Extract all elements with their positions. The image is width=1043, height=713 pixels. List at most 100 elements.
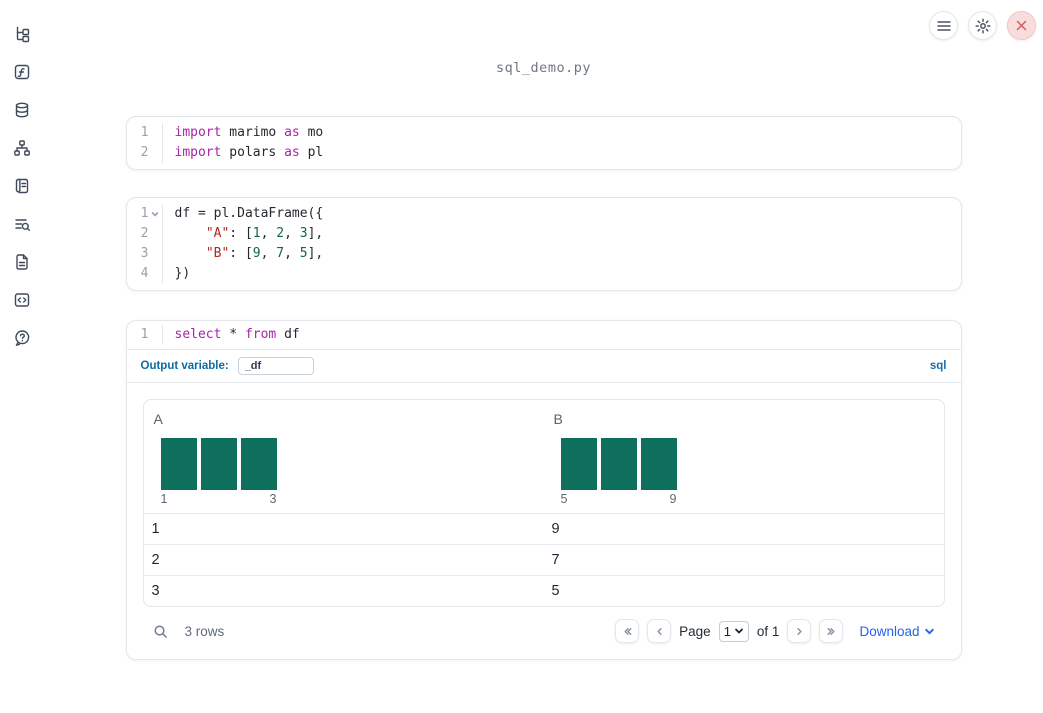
page-select[interactable]: 1 (718, 620, 749, 642)
code-token: "B" (205, 246, 230, 261)
table-row: 1 9 (143, 513, 944, 544)
code-text: df = pl.DataFrame({ (161, 204, 323, 224)
code-token: 1 (252, 226, 261, 241)
line-number: 2 (140, 226, 149, 241)
sidebar-item-logs[interactable] (12, 176, 32, 196)
sidebar-item-help[interactable] (12, 328, 32, 348)
histogram-min-label: 5 (560, 492, 568, 506)
sql-cell: 1 select * from df Output variable: sql (125, 320, 962, 660)
line-number: 2 (140, 145, 149, 160)
database-icon (15, 102, 29, 118)
output-variable-label: Output variable: (140, 360, 229, 372)
code-token: import (174, 145, 222, 160)
code-editor[interactable]: 1 df = pl.DataFrame({ 2 "A": [1, 2, 3], … (127, 198, 961, 290)
code-token: : [ (229, 226, 253, 241)
sidebar-item-documentation[interactable] (12, 252, 32, 272)
sidebar-item-datasources[interactable] (12, 100, 32, 120)
next-page-button[interactable] (787, 619, 812, 643)
code-token: }) (174, 266, 191, 281)
shutdown-button[interactable] (1007, 11, 1036, 40)
histogram-bar (200, 438, 237, 490)
sidebar-item-scratchpad-search[interactable] (12, 214, 32, 234)
sidebar-item-file-explorer[interactable] (12, 24, 32, 44)
output-variable-row: Output variable: sql (126, 349, 961, 382)
code-line: 1 df = pl.DataFrame({ (127, 204, 961, 224)
sidebar-item-functions[interactable] (12, 62, 32, 82)
table-cell-a: 1 (151, 521, 160, 537)
document-icon (16, 254, 28, 270)
code-editor[interactable]: 1 import marimo as mo 2 import polars as… (127, 117, 961, 169)
column-header-b[interactable]: B 5 9 (544, 400, 944, 513)
notebook-menu-button[interactable] (929, 11, 958, 40)
gear-icon (974, 17, 991, 34)
code-text: import marimo as mo (161, 123, 323, 143)
sidebar-item-snippets[interactable] (12, 290, 32, 310)
code-text: "B": [9, 7, 5], (161, 244, 324, 264)
row-count-label: 3 rows (184, 623, 225, 639)
page-of-label: of 1 (756, 623, 780, 639)
column-histogram (560, 438, 934, 490)
chevron-left-icon (657, 627, 662, 635)
code-token: 5 (299, 246, 308, 261)
histogram-max-label: 9 (669, 492, 677, 506)
line-number: 1 (140, 125, 149, 140)
output-variable-input[interactable] (237, 357, 314, 375)
file-tree-icon (16, 26, 30, 43)
column-name: A (153, 411, 163, 427)
line-number: 1 (140, 327, 149, 342)
close-x-icon (1016, 20, 1027, 31)
code-token: 9 (252, 246, 261, 261)
histogram-range: 5 9 (561, 492, 677, 506)
sql-editor[interactable]: 1 select * from df (127, 321, 961, 349)
code-text: "A": [1, 2, 3], (161, 224, 324, 244)
code-token: * (221, 327, 245, 342)
table-header-row: A 1 3 B 5 9 (144, 400, 944, 513)
column-header-a[interactable]: A 1 3 (144, 400, 544, 513)
table-search-button[interactable] (153, 624, 168, 639)
notebook-main: sql_demo.py 1 import marimo as mo 2 impo… (44, 0, 1043, 660)
code-token: ], (307, 226, 324, 241)
code-token: , (284, 246, 300, 261)
column-name: B (553, 411, 563, 427)
help-chat-icon (15, 330, 30, 346)
settings-button[interactable] (968, 11, 997, 40)
code-snippet-icon (14, 293, 30, 307)
download-button[interactable]: Download (859, 624, 934, 639)
first-page-button[interactable] (615, 619, 640, 643)
gutter-fold-slot (149, 264, 162, 284)
pagination: Page 1 of 1 (615, 619, 844, 643)
sidebar-item-dependency-graph[interactable] (12, 138, 32, 158)
gutter-fold-slot (149, 325, 162, 345)
notebook-filename: sql_demo.py (496, 60, 591, 76)
histogram-min-label: 1 (160, 492, 168, 506)
histogram-bar (560, 438, 597, 490)
language-badge: sql (929, 360, 947, 372)
code-line: 1 select * from df (127, 325, 961, 345)
search-icon (154, 625, 167, 638)
code-line: 2 import polars as pl (127, 143, 961, 163)
topbar-actions (929, 11, 1036, 40)
sidebar (0, 0, 44, 713)
dataframe-table: A 1 3 B 5 9 1 9 2 7 3 5 (142, 399, 945, 607)
code-token: 2 (276, 226, 285, 241)
fold-chevron-down-icon[interactable] (151, 210, 159, 218)
last-page-button[interactable] (819, 619, 844, 643)
code-token: , (260, 246, 277, 261)
page-label: Page (679, 623, 711, 639)
gutter-fold-slot (149, 224, 162, 244)
code-token: : [ (229, 246, 253, 261)
download-label: Download (859, 623, 920, 639)
code-token: ], (307, 246, 324, 261)
code-token: as (284, 145, 300, 160)
code-token: as (284, 125, 300, 140)
code-text: }) (161, 264, 191, 284)
sql-output-area: A 1 3 B 5 9 1 9 2 7 3 5 3 rows Page 1 of… (126, 382, 961, 659)
hamburger-menu-icon (936, 20, 951, 31)
code-token: from (244, 327, 277, 342)
table-row: 2 7 (143, 544, 944, 575)
code-line: 4 }) (127, 264, 961, 284)
table-row: 3 5 (143, 575, 944, 606)
previous-page-button[interactable] (647, 619, 672, 643)
